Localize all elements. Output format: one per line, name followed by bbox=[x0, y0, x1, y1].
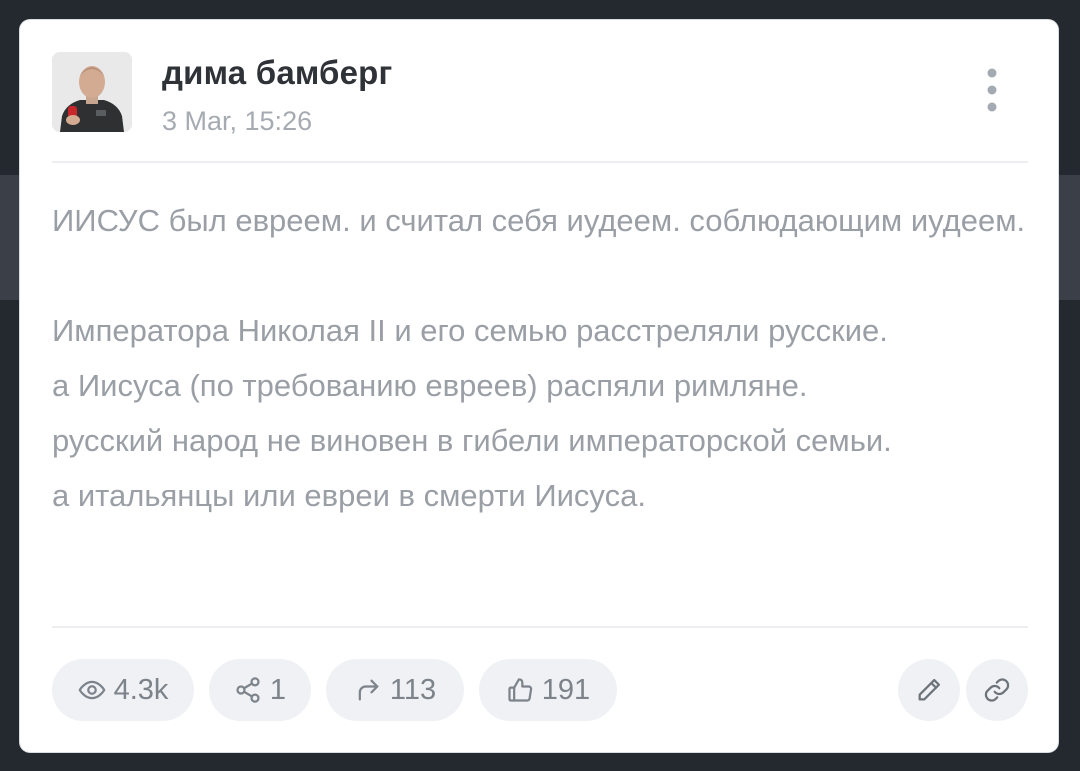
likes-count: 191 bbox=[541, 673, 591, 706]
views-count: 4.3k bbox=[113, 673, 169, 706]
views-counter[interactable]: 4.3k bbox=[52, 659, 194, 721]
forwards-count: 113 bbox=[389, 673, 437, 706]
post-card: дима бамберг 3 Mar, 15:26 ИИСУС был евре… bbox=[20, 20, 1058, 752]
post-paragraph: Императора Николая II и его семью расстр… bbox=[52, 313, 892, 513]
likes-counter[interactable]: 191 bbox=[479, 659, 617, 721]
post-date: 3 Mar, 15:26 bbox=[162, 106, 313, 136]
avatar-photo bbox=[52, 52, 132, 132]
edit-button[interactable] bbox=[898, 659, 960, 721]
link-icon bbox=[984, 678, 1010, 702]
avatar[interactable] bbox=[52, 52, 132, 132]
shares-count: 1 bbox=[269, 673, 287, 706]
forwards-counter[interactable]: 113 bbox=[326, 659, 464, 721]
pencil-icon bbox=[918, 678, 941, 701]
post-body: ИИСУС был евреем. и считал себя иудеем. … bbox=[52, 193, 1042, 523]
share-nodes-icon bbox=[236, 677, 260, 703]
footer-divider bbox=[52, 626, 1028, 628]
author-name[interactable]: дима бамберг bbox=[162, 54, 392, 92]
thumbs-up-icon bbox=[508, 678, 532, 702]
header-divider bbox=[52, 161, 1028, 163]
post-paragraph: ИИСУС был евреем. и считал себя иудеем. … bbox=[52, 203, 1026, 238]
more-vertical-icon bbox=[987, 68, 997, 112]
copy-link-button[interactable] bbox=[966, 659, 1028, 721]
more-options-button[interactable] bbox=[972, 66, 1012, 114]
forward-arrow-icon bbox=[358, 679, 379, 701]
shares-counter[interactable]: 1 bbox=[209, 659, 311, 721]
eye-icon bbox=[78, 680, 105, 700]
